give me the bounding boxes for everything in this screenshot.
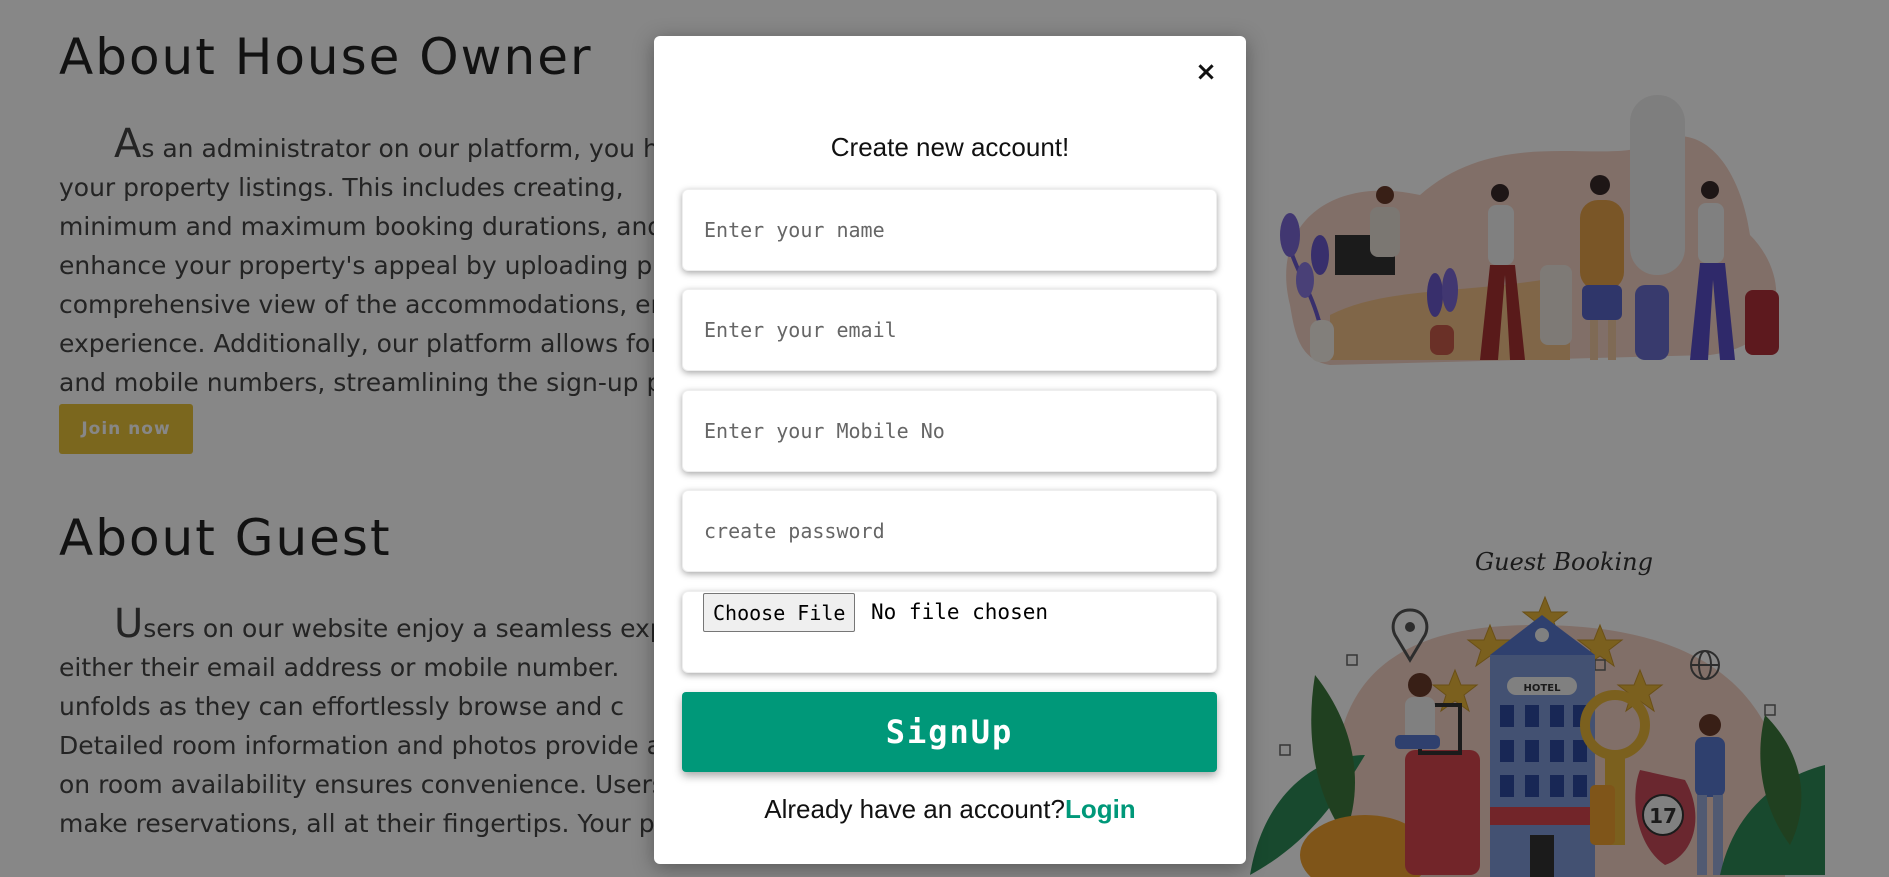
mobile-input[interactable] — [704, 419, 1194, 443]
password-input[interactable] — [704, 519, 1194, 543]
close-icon[interactable]: × — [1188, 54, 1224, 90]
choose-file-button[interactable]: Choose File — [703, 593, 856, 632]
mobile-field[interactable] — [682, 390, 1217, 472]
login-prompt-text: Already have an account? — [764, 794, 1065, 824]
login-link[interactable]: Login — [1065, 794, 1136, 824]
file-upload-field: Choose File No file chosen — [682, 591, 1217, 673]
login-prompt-row: Already have an account?Login — [654, 794, 1246, 825]
name-input[interactable] — [704, 218, 1194, 242]
signup-button[interactable]: SignUp — [682, 692, 1217, 772]
password-field[interactable] — [682, 490, 1217, 572]
email-input[interactable] — [704, 318, 1194, 342]
signup-modal: × Create new account! Choose File No fil… — [654, 36, 1246, 864]
name-field[interactable] — [682, 189, 1217, 271]
email-field[interactable] — [682, 289, 1217, 371]
file-status-text: No file chosen — [871, 600, 1049, 624]
modal-title: Create new account! — [830, 132, 1070, 162]
